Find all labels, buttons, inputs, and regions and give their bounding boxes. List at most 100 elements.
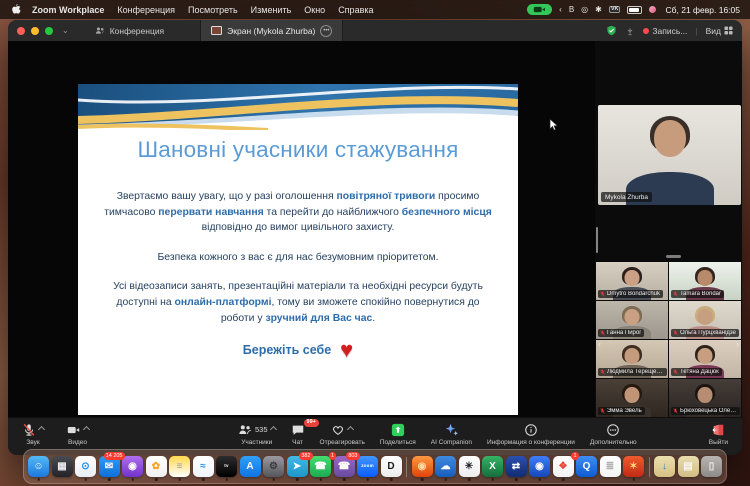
ai-companion-button[interactable]: AI Companion xyxy=(431,422,472,446)
dock-icon-notes[interactable]: ≡ xyxy=(169,456,190,477)
dock-icon-viber[interactable]: ☎803 xyxy=(334,456,355,477)
share-screen-button[interactable]: Поделиться xyxy=(380,422,416,446)
participant-tile[interactable]: Брюховецька Олекса... xyxy=(669,379,741,417)
running-indicator xyxy=(468,478,471,481)
running-indicator xyxy=(272,478,275,481)
close-window-button[interactable] xyxy=(17,27,25,35)
panel-drag-handle[interactable] xyxy=(666,255,681,258)
dock-icon-whatsapp[interactable]: ☎1 xyxy=(310,456,331,477)
dock-icon-apple-tv[interactable]: tv xyxy=(216,456,237,477)
dock-icon-browser-orange[interactable]: ◉ xyxy=(412,456,433,477)
dock-icon-system-settings[interactable]: ⚙ xyxy=(263,456,284,477)
target-icon[interactable]: ◎ xyxy=(581,6,588,14)
dock-icon-cloud-app[interactable]: ☁ xyxy=(435,456,456,477)
dock-icon-chatgpt[interactable]: ✳ xyxy=(459,456,480,477)
key-icon[interactable]: ✱ xyxy=(595,6,602,14)
dock-icon-textedit[interactable]: ≣ xyxy=(600,456,621,477)
input-switcher-icon[interactable]: ‹ xyxy=(559,6,562,14)
panel-scrollbar[interactable] xyxy=(596,227,598,253)
dock-icon-quicktime[interactable]: Q xyxy=(576,456,597,477)
dock-icon-mail[interactable]: ✉14 205 xyxy=(99,456,120,477)
participants-button[interactable]: 535 Участники xyxy=(238,422,276,446)
chevron-up-icon[interactable] xyxy=(269,426,276,433)
dock-icon-folder-downloads[interactable]: ↓ xyxy=(654,456,675,477)
dock-icon-trash[interactable]: ▯ xyxy=(701,456,722,477)
battery-icon[interactable] xyxy=(627,6,642,14)
react-button[interactable]: Отреагировать xyxy=(320,422,365,446)
menu-item[interactable]: Изменить xyxy=(251,5,292,15)
previous-page-icon[interactable]: ‹ xyxy=(598,339,601,349)
view-button[interactable]: Вид xyxy=(706,26,733,36)
desktop: Zoom Workplace Конференция Посмотреть Измен… xyxy=(0,0,750,486)
dock-icon-app-store[interactable]: A xyxy=(240,456,261,477)
dock-icon-folder-documents[interactable]: ▤ xyxy=(678,456,699,477)
dock-icon-weather[interactable]: ≈ xyxy=(193,456,214,477)
dock-icon-redstar-app[interactable]: ✶ xyxy=(623,456,644,477)
participant-tile[interactable]: Ганна Пирог xyxy=(596,301,668,339)
menu-item[interactable]: Справка xyxy=(338,5,373,15)
participant-tile[interactable]: Dmytro Bondarchuk xyxy=(596,262,668,300)
participant-tile[interactable]: Эмма Эвель xyxy=(596,379,668,417)
dock-icon-zoom[interactable]: zoom xyxy=(357,456,378,477)
apple-menu-icon[interactable] xyxy=(10,3,21,16)
participant-name-label: Брюховецька Олекса... xyxy=(671,407,740,415)
dock-icon-dictionary[interactable]: D xyxy=(381,456,402,477)
chevron-up-icon[interactable] xyxy=(38,426,45,433)
audio-button[interactable]: Звук xyxy=(22,422,44,446)
chevron-up-icon[interactable] xyxy=(83,426,90,433)
chat-button[interactable]: 99+ Чат xyxy=(291,422,305,446)
participants-grid: Dmytro BondarchukTamara Bondar Ганна Пиро… xyxy=(596,262,741,417)
dock-icon-safari[interactable]: ⊙ xyxy=(75,456,96,477)
dock-icon-pinwheel-app[interactable]: ❖1 xyxy=(553,456,574,477)
dock-icon-podcasts[interactable]: ◉ xyxy=(122,456,143,477)
pink-dot-icon[interactable] xyxy=(649,6,656,13)
bold-b-icon[interactable]: B xyxy=(569,6,574,14)
menu-item[interactable]: Конференция xyxy=(117,5,175,15)
running-indicator xyxy=(562,478,565,481)
participant-tile[interactable]: Людмила Терещенко xyxy=(596,340,668,378)
dock-icon-launchpad[interactable]: ▦ xyxy=(52,456,73,477)
dock-icon-finder[interactable]: ☺ xyxy=(28,456,49,477)
leave-meeting-button[interactable]: Выйти xyxy=(709,422,728,446)
participant-tile[interactable]: Ольга Пурцхванідзе xyxy=(669,301,741,339)
dock-icon-speaker-app[interactable]: ◉ xyxy=(529,456,550,477)
tab-options-icon[interactable]: ••• xyxy=(320,25,332,37)
menu-item[interactable]: Посмотреть xyxy=(188,5,238,15)
menu-bar-clock[interactable]: Сб, 21 февр. 16:05 xyxy=(665,5,740,15)
video-button[interactable]: Видео xyxy=(66,422,89,446)
chevron-up-icon[interactable] xyxy=(347,426,354,433)
vk-badge-icon[interactable]: VK xyxy=(609,6,621,14)
screen-recording-indicator-icon[interactable] xyxy=(527,4,552,15)
participant-name-label: Ганна Пирог xyxy=(598,329,644,337)
running-indicator xyxy=(155,478,158,481)
dock-icon-excel[interactable]: X xyxy=(482,456,503,477)
notification-badge: 1 xyxy=(571,452,578,460)
running-indicator xyxy=(178,478,181,481)
notification-badge: 382 xyxy=(299,452,312,460)
chevron-down-icon[interactable]: ⌄ xyxy=(62,26,69,35)
audio-settings-icon[interactable] xyxy=(625,26,635,36)
menu-item[interactable]: Окно xyxy=(304,5,325,15)
recording-indicator[interactable]: Запись... xyxy=(643,26,687,36)
dock-icon-teamviewer[interactable]: ⇄ xyxy=(506,456,527,477)
dock: ☺▦⊙✉14 205◉✿≡≈tvA⚙➤382☎1☎803zoomD◉☁✳X⇄◉❖… xyxy=(23,449,727,484)
menu-item[interactable]: Zoom Workplace xyxy=(32,5,104,15)
speaker-video-tile[interactable]: Mykola Zhurba xyxy=(598,105,741,205)
security-shield-icon[interactable] xyxy=(606,25,617,36)
info-icon xyxy=(524,423,538,437)
participant-tile[interactable]: Тетяна Дацюк xyxy=(669,340,741,378)
minimize-window-button[interactable] xyxy=(31,27,39,35)
notification-badge: 1 xyxy=(329,452,336,460)
dock-icon-photos[interactable]: ✿ xyxy=(146,456,167,477)
slide-paragraph: Звертаємо вашу увагу, що у разі оголошен… xyxy=(101,189,495,236)
tab-screen-share[interactable]: Экран (Mykola Zhurba) ••• xyxy=(200,20,343,41)
slide-body: Звертаємо вашу увагу, що у разі оголошен… xyxy=(78,189,518,326)
meeting-info-button[interactable]: Информация о конференции xyxy=(487,422,575,446)
more-button[interactable]: Дополнительно xyxy=(590,422,637,446)
zoom-window-button[interactable] xyxy=(45,27,53,35)
dock-icon-telegram[interactable]: ➤382 xyxy=(287,456,308,477)
tab-meeting[interactable]: Конференция xyxy=(85,20,174,41)
participant-tile[interactable]: Tamara Bondar xyxy=(669,262,741,300)
next-page-icon[interactable]: › xyxy=(736,339,739,349)
ai-sparkle-icon xyxy=(444,422,459,437)
